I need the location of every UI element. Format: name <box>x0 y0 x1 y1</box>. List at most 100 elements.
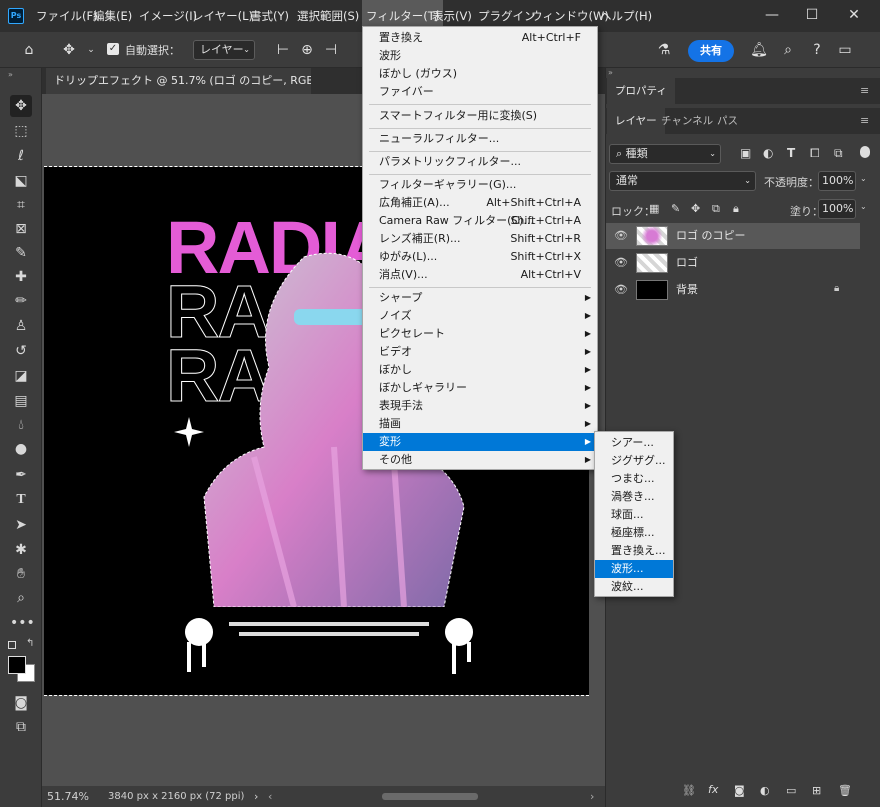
lock-all-icon[interactable]: 🔒︎ <box>733 202 739 216</box>
expand-icon[interactable]: » <box>8 70 13 79</box>
tab-paths[interactable]: パス <box>709 108 746 134</box>
menu-file[interactable]: ファイル(F) <box>36 0 98 32</box>
blend-mode-dropdown[interactable]: 通常 ⌄ <box>609 171 756 191</box>
filter-pixel-icon[interactable]: ▣ <box>740 146 751 160</box>
menu-item-displace[interactable]: 置き換え Alt+Ctrl+F <box>363 29 597 47</box>
lasso-tool-icon[interactable]: ℓ <box>10 145 32 167</box>
close-icon[interactable]: ✕ <box>834 0 874 32</box>
align-right-icon[interactable]: ⊣ <box>322 41 340 59</box>
eraser-tool-icon[interactable]: ◪ <box>10 365 32 387</box>
delete-layer-icon[interactable]: 🗑︎ <box>838 784 852 797</box>
menu-select[interactable]: 選択範囲(S) <box>297 0 359 32</box>
add-mask-icon[interactable]: ◙ <box>734 784 745 797</box>
menu-item-lens-correction[interactable]: レンズ補正(R)... Shift+Ctrl+R <box>363 230 597 248</box>
visibility-eye-icon[interactable]: 👁︎ <box>614 229 628 243</box>
help-icon[interactable]: ? <box>808 41 826 59</box>
screen-mode-icon[interactable]: ⧉ <box>10 716 32 738</box>
shape-tool-icon[interactable]: ✱ <box>10 539 32 561</box>
layer-row[interactable]: 👁︎ ロゴ のコピー <box>606 223 860 249</box>
menu-item-render[interactable]: 描画 ▶ <box>363 415 597 433</box>
submenu-item-ripple[interactable]: 波紋... <box>595 578 673 596</box>
maximize-icon[interactable]: ☐ <box>792 0 832 32</box>
default-colors-icon[interactable] <box>8 641 16 649</box>
align-left-icon[interactable]: ⊢ <box>274 41 292 59</box>
flask-icon[interactable]: ⚗ <box>655 41 673 59</box>
foreground-color-swatch[interactable] <box>8 656 26 674</box>
search-icon[interactable]: ⌕ <box>779 41 797 59</box>
dodge-tool-icon[interactable]: ● <box>10 438 32 460</box>
minimize-icon[interactable]: — <box>752 0 792 32</box>
menu-item-parametric-filters[interactable]: パラメトリックフィルター... <box>363 153 597 171</box>
submenu-item-polar-coordinates[interactable]: 極座標... <box>595 524 673 542</box>
menu-edit[interactable]: 編集(E) <box>93 0 132 32</box>
new-layer-icon[interactable]: ⊞ <box>812 784 821 797</box>
fill-chevron-icon[interactable]: ⌄ <box>860 202 867 211</box>
menu-item-adaptive-wide-angle[interactable]: 広角補正(A)... Alt+Shift+Ctrl+A <box>363 194 597 212</box>
zoom-level[interactable]: 51.74% <box>47 786 89 807</box>
collapse-panel-icon[interactable]: » <box>608 68 613 77</box>
bell-icon[interactable]: 🔔︎ <box>750 41 768 59</box>
layers-panel-menu-icon[interactable]: ≡ <box>860 114 869 127</box>
opacity-chevron-icon[interactable]: ⌄ <box>860 174 867 183</box>
filter-type-icon[interactable]: T <box>787 146 795 160</box>
panel-menu-icon[interactable]: ≡ <box>860 84 869 97</box>
layer-filter-dropdown[interactable]: ⌕ 種類 ⌄ <box>609 144 721 164</box>
marquee-tool-icon[interactable]: ⬚ <box>10 120 32 142</box>
menu-image[interactable]: イメージ(I) <box>139 0 197 32</box>
workspace-icon[interactable]: ▭ <box>836 41 854 59</box>
menu-item-video[interactable]: ビデオ ▶ <box>363 343 597 361</box>
layer-name[interactable]: ロゴ <box>676 250 698 276</box>
link-layers-icon[interactable]: ⛓ <box>682 784 696 797</box>
submenu-item-displace[interactable]: 置き換え... <box>595 542 673 560</box>
menu-item-liquify[interactable]: ゆがみ(L)... Shift+Ctrl+X <box>363 248 597 266</box>
pen-tool-icon[interactable]: ✒ <box>10 464 32 486</box>
lock-position-icon[interactable]: ✥ <box>691 202 700 215</box>
menu-item-noise[interactable]: ノイズ ▶ <box>363 307 597 325</box>
chevron-down-icon[interactable]: ⌄ <box>82 41 100 59</box>
menu-type[interactable]: 書式(Y) <box>250 0 289 32</box>
submenu-item-zigzag[interactable]: ジグザグ... <box>595 452 673 470</box>
filter-adjustment-icon[interactable]: ◐ <box>763 146 773 160</box>
submenu-item-shear[interactable]: シアー... <box>595 434 673 452</box>
zoom-tool-icon[interactable]: ⌕ <box>10 587 32 609</box>
home-icon[interactable]: ⌂ <box>20 41 38 59</box>
menu-item-vanishing-point[interactable]: 消点(V)... Alt+Ctrl+V <box>363 266 597 284</box>
more-tools-icon[interactable]: ••• <box>10 612 35 634</box>
object-select-tool-icon[interactable]: ⬕ <box>10 170 32 192</box>
horizontal-scrollbar-thumb[interactable] <box>382 793 478 800</box>
stamp-tool-icon[interactable]: ♙ <box>10 315 32 337</box>
fx-icon[interactable]: fx <box>708 783 718 796</box>
submenu-item-spherize[interactable]: 球面... <box>595 506 673 524</box>
layer-row[interactable]: 👁︎ ロゴ <box>606 250 860 276</box>
tab-properties[interactable]: プロパティ <box>607 78 675 104</box>
path-select-tool-icon[interactable]: ➤ <box>10 514 32 536</box>
history-brush-tool-icon[interactable]: ↺ <box>10 340 32 362</box>
filter-smart-object-icon[interactable]: ⧉ <box>834 146 843 161</box>
menu-item-fibers[interactable]: ファイバー <box>363 83 597 101</box>
frame-tool-icon[interactable]: ⊠ <box>10 218 32 240</box>
visibility-eye-icon[interactable]: 👁︎ <box>614 283 628 297</box>
healing-brush-tool-icon[interactable]: ✚ <box>10 266 32 288</box>
submenu-item-twirl[interactable]: 渦巻き... <box>595 488 673 506</box>
menu-item-wave-recent[interactable]: 波形 <box>363 47 597 65</box>
filter-toggle-icon[interactable] <box>860 146 870 158</box>
auto-select-dropdown[interactable]: レイヤー ⌄ <box>193 40 255 60</box>
blur-tool-icon[interactable]: 💧︎ <box>10 414 32 436</box>
menu-layer[interactable]: レイヤー(L) <box>192 0 253 32</box>
new-group-icon[interactable]: ▭ <box>786 784 796 797</box>
submenu-item-pinch[interactable]: つまむ... <box>595 470 673 488</box>
menu-item-filter-gallery[interactable]: フィルターギャラリー(G)... <box>363 176 597 194</box>
scroll-right-icon[interactable]: › <box>590 786 594 807</box>
type-tool-icon[interactable]: T <box>10 489 32 511</box>
swap-colors-icon[interactable]: ↰ <box>26 638 34 649</box>
menu-item-pixelate[interactable]: ピクセレート ▶ <box>363 325 597 343</box>
adjustment-layer-icon[interactable]: ◐ <box>760 784 770 797</box>
menu-item-distort[interactable]: 変形 ▶ <box>363 433 597 451</box>
menu-help[interactable]: ヘルプ(H) <box>600 0 652 32</box>
share-button[interactable]: 共有 <box>688 40 734 62</box>
move-tool-icon[interactable]: ✥ <box>60 41 78 59</box>
layer-row[interactable]: 👁︎ 背景 🔒︎ <box>606 277 860 303</box>
lock-artboard-icon[interactable]: ⧉ <box>712 202 720 216</box>
menu-item-neural-filters[interactable]: ニューラルフィルター... <box>363 130 597 148</box>
align-center-icon[interactable]: ⊕ <box>298 41 316 59</box>
